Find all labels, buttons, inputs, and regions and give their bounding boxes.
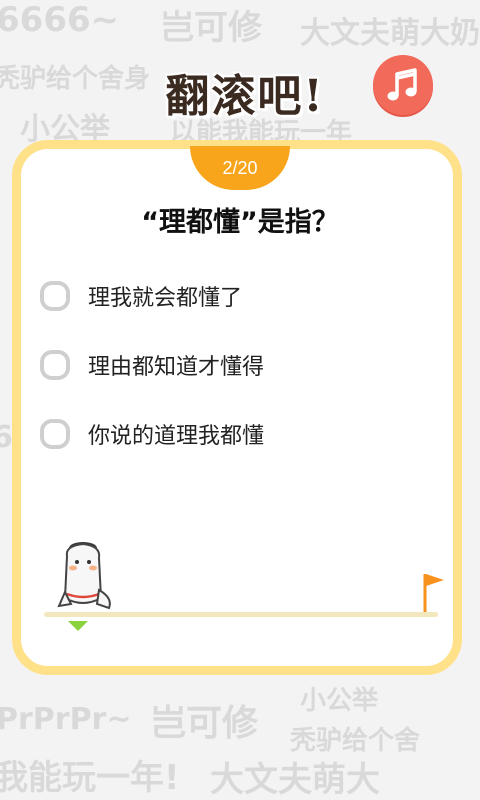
bg-word: 小公举 <box>300 686 379 716</box>
level-progress-track <box>44 612 438 617</box>
progress-label: 2/20 <box>222 157 258 178</box>
option-label: 理我就会都懂了 <box>88 286 243 311</box>
bg-word: 6666~ <box>0 0 120 40</box>
bg-word: PrPrPr~ <box>0 702 132 737</box>
music-note-icon <box>387 68 417 101</box>
bg-word: 秃驴给个舍身 <box>0 64 151 94</box>
bg-word: 岂可修 <box>160 8 262 48</box>
checkbox-icon[interactable] <box>40 350 70 380</box>
checkbox-icon[interactable] <box>40 281 70 311</box>
checkbox-icon[interactable] <box>40 419 70 449</box>
bg-word: 大文夫萌大奶 <box>300 16 480 51</box>
bg-word: 岂可修 <box>150 703 259 744</box>
option-label: 你说的道理我都懂 <box>88 424 265 449</box>
game-logo: 翻滚吧! <box>150 56 340 128</box>
mascot-character-icon <box>57 542 111 610</box>
position-marker-icon <box>68 621 88 631</box>
finish-flag-icon <box>423 574 444 612</box>
logo-text: 翻滚吧! <box>165 71 325 122</box>
option-label: 理由都知道才懂得 <box>88 355 265 380</box>
bg-word: 大文夫萌大 <box>210 760 380 800</box>
bg-word: 我能玩一年! <box>0 758 180 798</box>
music-toggle-button[interactable] <box>373 55 433 115</box>
answer-option-1[interactable]: 理我就会都懂了 <box>40 276 420 316</box>
answer-option-3[interactable]: 你说的道理我都懂 <box>40 414 420 454</box>
question-text: “理都懂”是指？ <box>141 207 339 238</box>
answer-option-2[interactable]: 理由都知道才懂得 <box>40 345 420 385</box>
